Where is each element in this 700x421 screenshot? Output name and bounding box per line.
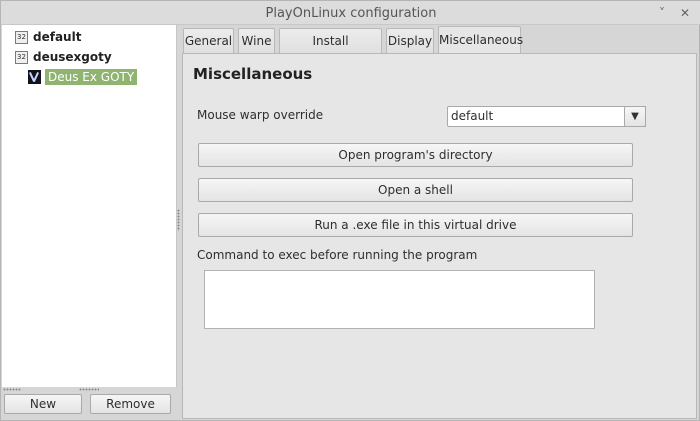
tree-item-deusexgoty[interactable]: 32 deusexgoty xyxy=(15,48,112,66)
tab-install-components[interactable]: Install components xyxy=(279,28,382,72)
command-label: Command to exec before running the progr… xyxy=(197,248,478,262)
mouse-warp-select[interactable]: default xyxy=(447,106,646,127)
remove-button[interactable]: Remove xyxy=(90,394,171,414)
mouse-warp-label: Mouse warp override xyxy=(197,108,324,122)
tab-wine[interactable]: Wine xyxy=(238,28,275,53)
game-icon xyxy=(28,70,41,84)
open-directory-button[interactable]: Open program's directory xyxy=(198,143,633,167)
minimize-icon[interactable]: ˅ xyxy=(654,5,670,21)
command-input[interactable] xyxy=(204,270,595,329)
chevron-down-icon[interactable]: ▼ xyxy=(624,106,646,127)
tab-display[interactable]: Display xyxy=(386,28,434,53)
new-button[interactable]: New xyxy=(4,394,82,414)
tree-item-label: default xyxy=(33,30,82,44)
32bit-badge-icon: 32 xyxy=(15,30,28,44)
section-title: Miscellaneous xyxy=(193,65,313,83)
tab-general[interactable]: General xyxy=(183,28,234,53)
window-title: PlayOnLinux configuration xyxy=(265,6,437,21)
splitter-handle-icon[interactable] xyxy=(177,209,180,231)
title-bar: PlayOnLinux configuration ˅ ✕ xyxy=(1,1,700,25)
tree-item-label: deusexgoty xyxy=(33,50,112,64)
tree-item-label: Deus Ex GOTY xyxy=(45,69,138,85)
grip-handle-icon[interactable] xyxy=(3,388,21,391)
close-icon[interactable]: ✕ xyxy=(677,5,693,21)
misc-panel: Miscellaneous Mouse warp override defaul… xyxy=(182,53,697,419)
tree-item-default[interactable]: 32 default xyxy=(15,28,81,46)
run-exe-button[interactable]: Run a .exe file in this virtual drive xyxy=(198,213,633,237)
grip-handle-icon[interactable] xyxy=(79,388,99,391)
32bit-badge-icon: 32 xyxy=(15,50,28,64)
tree-item-deus-ex-goty[interactable]: Deus Ex GOTY xyxy=(28,68,138,86)
prefix-tree: 32 default 32 deusexgoty Deus Ex GOTY xyxy=(2,25,177,387)
open-shell-button[interactable]: Open a shell xyxy=(198,178,633,202)
tab-miscellaneous[interactable]: Miscellaneous xyxy=(438,26,523,53)
config-window: PlayOnLinux configuration ˅ ✕ 32 default… xyxy=(0,0,700,421)
